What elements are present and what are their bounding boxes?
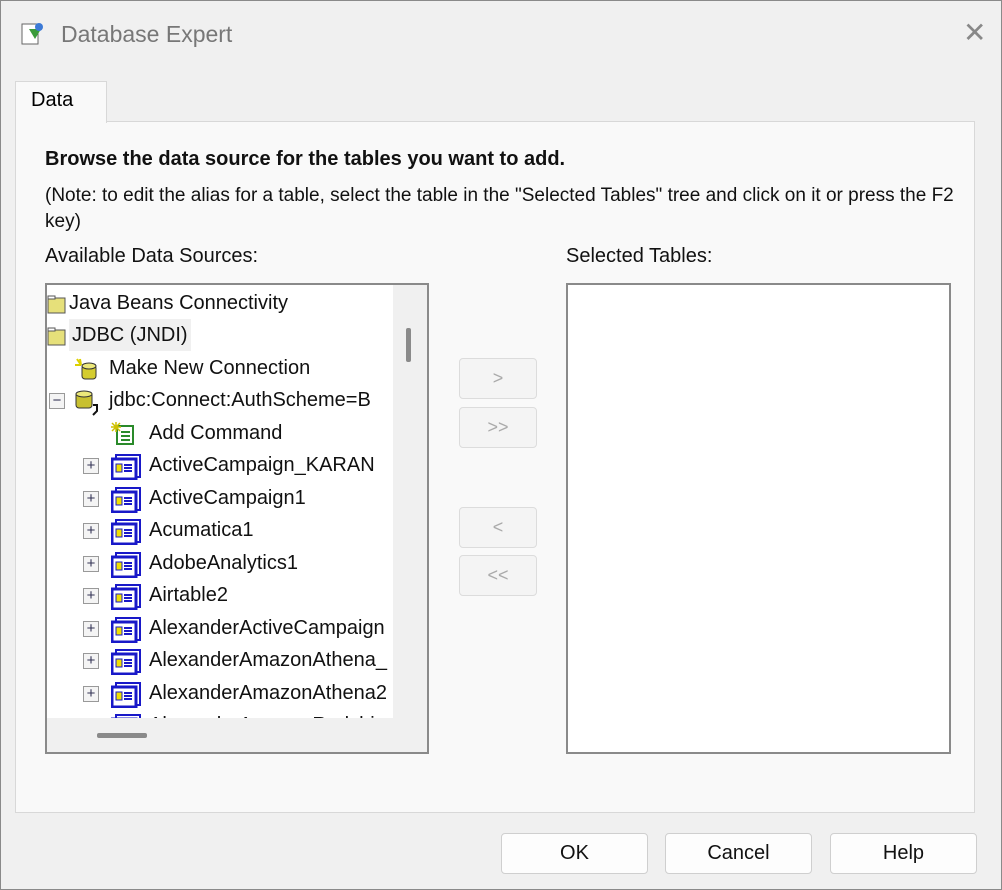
collapse-icon[interactable]: − bbox=[49, 393, 65, 409]
tree-item-label: JDBC (JNDI) bbox=[69, 319, 191, 351]
tree-item[interactable]: Java Beans Connectivity bbox=[47, 287, 393, 319]
remove-table-button[interactable]: < bbox=[459, 507, 537, 548]
horizontal-scroll-thumb[interactable] bbox=[97, 733, 147, 738]
add-table-button[interactable]: > bbox=[459, 358, 537, 399]
vertical-scroll-thumb[interactable] bbox=[406, 328, 411, 362]
tree-item[interactable]: − jdbc:Connect:AuthScheme=B bbox=[47, 384, 393, 416]
expand-icon[interactable]: + bbox=[83, 588, 99, 604]
tree-item-label: Airtable2 bbox=[149, 584, 228, 606]
database-expert-icon bbox=[21, 23, 43, 45]
selected-tables-label: Selected Tables: bbox=[566, 245, 713, 267]
tree-item-label: AdobeAnalytics1 bbox=[149, 552, 298, 574]
remove-all-tables-button[interactable]: << bbox=[459, 555, 537, 596]
tree-item[interactable]: + Acumatica1 bbox=[47, 514, 393, 546]
title-bar: Database Expert ✕ bbox=[1, 1, 1001, 67]
available-data-sources-tree[interactable]: Java Beans Connectivity JDBC (JNDI) Make N… bbox=[45, 283, 429, 754]
tree-item[interactable]: +AlexanderAmazonRedshi bbox=[47, 709, 393, 718]
tree-item-label: ActiveCampaign_KARAN bbox=[149, 454, 375, 476]
tree-item[interactable]: + Airtable2 bbox=[47, 579, 393, 611]
instruction-heading: Browse the data source for the tables yo… bbox=[45, 148, 566, 170]
ok-button[interactable]: OK bbox=[501, 833, 648, 874]
tree-item[interactable]: + AdobeAnalytics1 bbox=[47, 547, 393, 579]
close-icon[interactable]: ✕ bbox=[963, 19, 986, 47]
tree-item-label: Make New Connection bbox=[109, 357, 311, 379]
tree-item-label: Add Command bbox=[149, 422, 283, 444]
cancel-button[interactable]: Cancel bbox=[665, 833, 812, 874]
expand-icon[interactable]: + bbox=[83, 523, 99, 539]
tree-item[interactable]: + AlexanderAmazonAthena_ bbox=[47, 644, 393, 676]
tree-item-label: jdbc:Connect:AuthScheme=B bbox=[109, 389, 371, 411]
expand-icon[interactable]: + bbox=[83, 556, 99, 572]
expand-icon[interactable]: + bbox=[83, 653, 99, 669]
tree-item[interactable]: Make New Connection bbox=[47, 352, 393, 384]
tree-item[interactable]: Add Command bbox=[47, 417, 393, 449]
tree-item[interactable]: + AlexanderAmazonAthena2 bbox=[47, 677, 393, 709]
expand-icon[interactable]: + bbox=[83, 491, 99, 507]
tree-item-label: ActiveCampaign1 bbox=[149, 487, 306, 509]
horizontal-scrollbar[interactable] bbox=[47, 718, 427, 752]
tree-item[interactable]: + ActiveCampaign1 bbox=[47, 482, 393, 514]
instruction-note: (Note: to edit the alias for a table, se… bbox=[45, 185, 954, 232]
available-data-sources-label: Available Data Sources: bbox=[45, 245, 259, 267]
tree-item-label: AlexanderAmazonRedshi bbox=[149, 709, 375, 718]
add-all-tables-button[interactable]: >> bbox=[459, 407, 537, 448]
expand-icon[interactable]: + bbox=[83, 686, 99, 702]
tree-item[interactable]: + AlexanderActiveCampaign bbox=[47, 612, 393, 644]
tree-item-label: AlexanderAmazonAthena2 bbox=[149, 682, 387, 704]
help-button[interactable]: Help bbox=[830, 833, 977, 874]
tree-item[interactable]: + ActiveCampaign_KARAN bbox=[47, 449, 393, 481]
expand-icon[interactable]: + bbox=[83, 458, 99, 474]
tree-item[interactable]: JDBC (JNDI) bbox=[47, 319, 393, 351]
tree-item-label: Java Beans Connectivity bbox=[69, 292, 289, 314]
window-title: Database Expert bbox=[61, 21, 233, 47]
tab-data[interactable]: Data bbox=[15, 81, 107, 123]
expand-icon[interactable]: + bbox=[83, 621, 99, 637]
tree-item-label: AlexanderAmazonAthena_ bbox=[149, 649, 387, 671]
database-expert-dialog: Database Expert ✕ Data Browse the data s… bbox=[0, 0, 1002, 890]
tree-item-label: Acumatica1 bbox=[149, 519, 254, 541]
selected-tables-tree[interactable] bbox=[566, 283, 951, 754]
tree-item-label: AlexanderActiveCampaign bbox=[149, 617, 385, 639]
vertical-scrollbar[interactable] bbox=[393, 285, 427, 720]
